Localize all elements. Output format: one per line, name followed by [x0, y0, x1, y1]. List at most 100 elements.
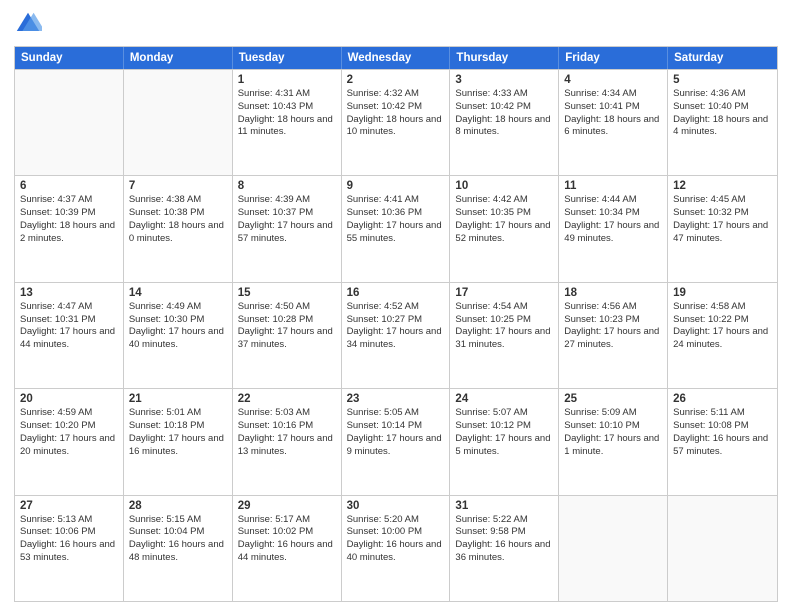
calendar-cell: 6 Sunrise: 4:37 AM Sunset: 10:39 PM Dayli… [15, 176, 124, 281]
day-number: 29 [238, 500, 336, 512]
day-number: 18 [564, 287, 662, 299]
day-number: 3 [455, 74, 553, 86]
day-info: Sunrise: 5:09 AM Sunset: 10:10 PM Daylig… [564, 407, 662, 458]
day-number: 7 [129, 180, 227, 192]
day-number: 8 [238, 180, 336, 192]
day-info: Sunrise: 4:58 AM Sunset: 10:22 PM Daylig… [673, 301, 772, 352]
calendar-cell: 11Sunrise: 4:44 AM Sunset: 10:34 PM Dayl… [559, 176, 668, 281]
calendar-cell: 22 Sunrise: 5:03 AM Sunset: 10:16 PM Dayl… [233, 389, 342, 494]
day-info: Sunrise: 5:11 AM Sunset: 10:08 PM Daylig… [673, 407, 772, 458]
day-number: 19 [673, 287, 772, 299]
day-info: Sunrise: 4:44 AM Sunset: 10:34 PM Daylig… [564, 194, 662, 245]
day-info: Sunrise: 4:45 AM Sunset: 10:32 PM Daylig… [673, 194, 772, 245]
calendar-cell: 16Sunrise: 4:52 AM Sunset: 10:27 PM Dayl… [342, 283, 451, 388]
calendar-header-cell: Wednesday [342, 47, 451, 69]
calendar-row: 20 Sunrise: 4:59 AM Sunset: 10:20 PM Dayl… [15, 388, 777, 494]
day-info: Sunrise: 4:59 AM Sunset: 10:20 PM Daylig… [20, 407, 118, 458]
day-number: 27 [20, 500, 118, 512]
day-info: Sunrise: 4:49 AM Sunset: 10:30 PM Daylig… [129, 301, 227, 352]
calendar-row: 27 Sunrise: 5:13 AM Sunset: 10:06 PM Dayl… [15, 495, 777, 601]
calendar-cell: 12Sunrise: 4:45 AM Sunset: 10:32 PM Dayl… [668, 176, 777, 281]
day-info: Sunrise: 4:31 AM Sunset: 10:43 PM Daylig… [238, 88, 336, 139]
calendar-cell: 14 Sunrise: 4:49 AM Sunset: 10:30 PM Dayl… [124, 283, 233, 388]
calendar-cell: 31Sunrise: 5:22 AM Sunset: 9:58 PM Dayli… [450, 496, 559, 601]
day-info: Sunrise: 5:13 AM Sunset: 10:06 PM Daylig… [20, 514, 118, 565]
calendar-cell: 5 Sunrise: 4:36 AM Sunset: 10:40 PM Dayli… [668, 70, 777, 175]
day-number: 22 [238, 393, 336, 405]
day-info: Sunrise: 4:37 AM Sunset: 10:39 PM Daylig… [20, 194, 118, 245]
calendar-cell: 17Sunrise: 4:54 AM Sunset: 10:25 PM Dayl… [450, 283, 559, 388]
calendar-row: 1 Sunrise: 4:31 AM Sunset: 10:43 PM Dayli… [15, 69, 777, 175]
day-number: 5 [673, 74, 772, 86]
calendar-cell: 2Sunrise: 4:32 AM Sunset: 10:42 PM Dayli… [342, 70, 451, 175]
day-info: Sunrise: 5:07 AM Sunset: 10:12 PM Daylig… [455, 407, 553, 458]
day-number: 9 [347, 180, 445, 192]
calendar-cell: 13 Sunrise: 4:47 AM Sunset: 10:31 PM Dayl… [15, 283, 124, 388]
day-number: 25 [564, 393, 662, 405]
day-number: 24 [455, 393, 553, 405]
calendar-cell: 1 Sunrise: 4:31 AM Sunset: 10:43 PM Dayli… [233, 70, 342, 175]
day-number: 30 [347, 500, 445, 512]
day-number: 15 [238, 287, 336, 299]
calendar-cell: 24 Sunrise: 5:07 AM Sunset: 10:12 PM Dayl… [450, 389, 559, 494]
day-info: Sunrise: 4:36 AM Sunset: 10:40 PM Daylig… [673, 88, 772, 139]
day-info: Sunrise: 4:33 AM Sunset: 10:42 PM Daylig… [455, 88, 553, 139]
day-info: Sunrise: 4:41 AM Sunset: 10:36 PM Daylig… [347, 194, 445, 245]
calendar-row: 13 Sunrise: 4:47 AM Sunset: 10:31 PM Dayl… [15, 282, 777, 388]
day-number: 14 [129, 287, 227, 299]
day-info: Sunrise: 4:42 AM Sunset: 10:35 PM Daylig… [455, 194, 553, 245]
day-info: Sunrise: 4:56 AM Sunset: 10:23 PM Daylig… [564, 301, 662, 352]
day-number: 17 [455, 287, 553, 299]
calendar-cell: 18 Sunrise: 4:56 AM Sunset: 10:23 PM Dayl… [559, 283, 668, 388]
day-number: 13 [20, 287, 118, 299]
day-number: 6 [20, 180, 118, 192]
day-number: 23 [347, 393, 445, 405]
day-number: 20 [20, 393, 118, 405]
calendar-header: SundayMondayTuesdayWednesdayThursdayFrid… [15, 47, 777, 69]
calendar-header-cell: Saturday [668, 47, 777, 69]
calendar-cell: 10 Sunrise: 4:42 AM Sunset: 10:35 PM Dayl… [450, 176, 559, 281]
day-info: Sunrise: 5:05 AM Sunset: 10:14 PM Daylig… [347, 407, 445, 458]
calendar-cell: 29 Sunrise: 5:17 AM Sunset: 10:02 PM Dayl… [233, 496, 342, 601]
calendar-cell [559, 496, 668, 601]
day-info: Sunrise: 4:47 AM Sunset: 10:31 PM Daylig… [20, 301, 118, 352]
calendar-body: 1 Sunrise: 4:31 AM Sunset: 10:43 PM Dayli… [15, 69, 777, 601]
calendar-cell: 9 Sunrise: 4:41 AM Sunset: 10:36 PM Dayli… [342, 176, 451, 281]
day-info: Sunrise: 4:39 AM Sunset: 10:37 PM Daylig… [238, 194, 336, 245]
day-info: Sunrise: 4:34 AM Sunset: 10:41 PM Daylig… [564, 88, 662, 139]
calendar-header-cell: Friday [559, 47, 668, 69]
calendar-cell: 30Sunrise: 5:20 AM Sunset: 10:00 PM Dayl… [342, 496, 451, 601]
calendar-header-cell: Monday [124, 47, 233, 69]
calendar-row: 6 Sunrise: 4:37 AM Sunset: 10:39 PM Dayli… [15, 175, 777, 281]
calendar-cell: 27 Sunrise: 5:13 AM Sunset: 10:06 PM Dayl… [15, 496, 124, 601]
calendar-cell: 20 Sunrise: 4:59 AM Sunset: 10:20 PM Dayl… [15, 389, 124, 494]
day-number: 28 [129, 500, 227, 512]
calendar-cell: 23 Sunrise: 5:05 AM Sunset: 10:14 PM Dayl… [342, 389, 451, 494]
day-info: Sunrise: 4:32 AM Sunset: 10:42 PM Daylig… [347, 88, 445, 139]
day-info: Sunrise: 5:01 AM Sunset: 10:18 PM Daylig… [129, 407, 227, 458]
logo-icon [14, 10, 42, 38]
day-number: 16 [347, 287, 445, 299]
day-info: Sunrise: 5:22 AM Sunset: 9:58 PM Dayligh… [455, 514, 553, 565]
logo [14, 10, 46, 38]
calendar-cell: 4 Sunrise: 4:34 AM Sunset: 10:41 PM Dayli… [559, 70, 668, 175]
day-number: 26 [673, 393, 772, 405]
calendar-cell: 28 Sunrise: 5:15 AM Sunset: 10:04 PM Dayl… [124, 496, 233, 601]
calendar-header-cell: Tuesday [233, 47, 342, 69]
calendar: SundayMondayTuesdayWednesdayThursdayFrid… [14, 46, 778, 602]
calendar-cell: 19 Sunrise: 4:58 AM Sunset: 10:22 PM Dayl… [668, 283, 777, 388]
calendar-cell: 7Sunrise: 4:38 AM Sunset: 10:38 PM Dayli… [124, 176, 233, 281]
calendar-cell: 15Sunrise: 4:50 AM Sunset: 10:28 PM Dayl… [233, 283, 342, 388]
calendar-cell [15, 70, 124, 175]
calendar-cell: 8 Sunrise: 4:39 AM Sunset: 10:37 PM Dayli… [233, 176, 342, 281]
calendar-header-cell: Sunday [15, 47, 124, 69]
calendar-cell [668, 496, 777, 601]
day-info: Sunrise: 5:03 AM Sunset: 10:16 PM Daylig… [238, 407, 336, 458]
day-number: 10 [455, 180, 553, 192]
calendar-cell: 25 Sunrise: 5:09 AM Sunset: 10:10 PM Dayl… [559, 389, 668, 494]
day-number: 4 [564, 74, 662, 86]
day-info: Sunrise: 5:17 AM Sunset: 10:02 PM Daylig… [238, 514, 336, 565]
day-number: 1 [238, 74, 336, 86]
day-info: Sunrise: 5:15 AM Sunset: 10:04 PM Daylig… [129, 514, 227, 565]
calendar-cell: 26 Sunrise: 5:11 AM Sunset: 10:08 PM Dayl… [668, 389, 777, 494]
